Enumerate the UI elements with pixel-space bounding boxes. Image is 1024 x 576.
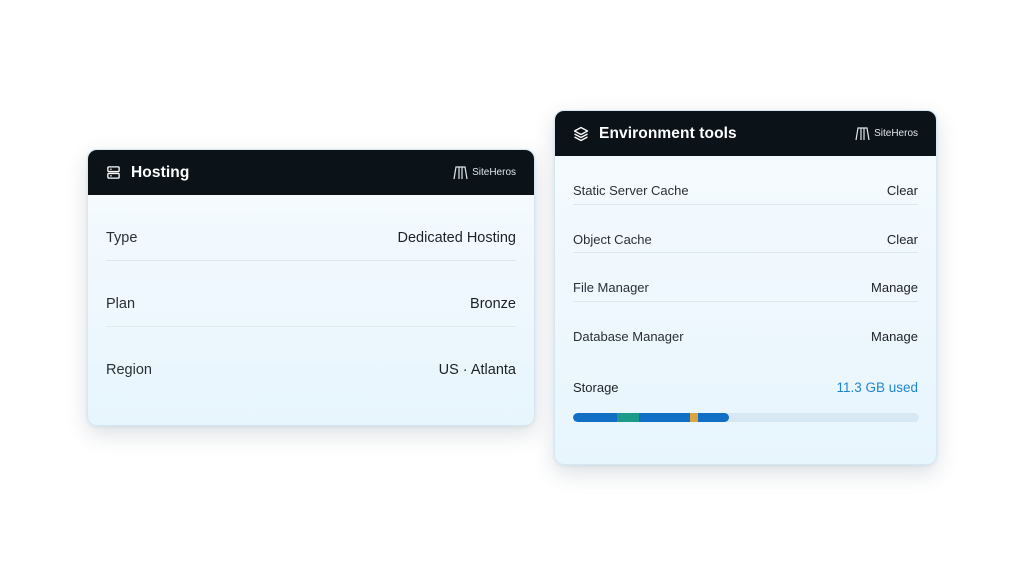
server-icon — [106, 165, 121, 180]
manage-files-button[interactable]: Manage — [871, 280, 918, 295]
tool-label: Object Cache — [573, 231, 652, 247]
tool-row-database-manager: Database Manager Manage — [573, 302, 918, 351]
brand-name: SiteHeros — [472, 167, 516, 178]
brand-logo: SiteHeros — [855, 126, 918, 141]
storage-label: Storage — [573, 380, 619, 395]
storage-progress-bar — [573, 413, 919, 422]
storage-section: Storage 11.3 GB used — [555, 380, 936, 422]
storage-segment — [689, 413, 698, 422]
row-label: Type — [106, 229, 138, 246]
tool-row-file-manager: File Manager Manage — [573, 253, 918, 302]
tool-row-object-cache: Object Cache Clear — [573, 205, 918, 253]
row-value: Dedicated Hosting — [397, 229, 517, 246]
storage-progress-fill — [573, 413, 729, 422]
row-value: Bronze — [470, 295, 516, 312]
hosting-row-plan: Plan Bronze — [106, 261, 516, 327]
row-value: US · Atlanta — [438, 362, 516, 378]
siteheros-logo-icon — [453, 165, 468, 179]
environment-tools-card: Environment tools SiteHeros Static Serve… — [554, 110, 937, 465]
storage-segment — [617, 413, 639, 422]
hosting-card-title: Hosting — [131, 163, 190, 181]
row-label: Region — [106, 362, 152, 378]
row-label: Plan — [106, 295, 136, 312]
hosting-details: Type Dedicated Hosting Plan Bronze Regio… — [88, 195, 534, 393]
hosting-card: Hosting SiteHeros Type Dedicated Hosting… — [87, 149, 535, 426]
siteheros-logo-icon — [855, 126, 870, 140]
brand-name: SiteHeros — [874, 128, 918, 139]
tool-label: File Manager — [573, 280, 649, 296]
clear-static-cache-button[interactable]: Clear — [887, 183, 918, 198]
hosting-row-region: Region US · Atlanta — [106, 327, 516, 393]
tool-label: Static Server Cache — [573, 183, 689, 199]
hosting-row-type: Type Dedicated Hosting — [106, 195, 516, 261]
tool-label: Database Manager — [573, 329, 684, 345]
tool-row-static-server-cache: Static Server Cache Clear — [573, 156, 918, 205]
manage-database-button[interactable]: Manage — [871, 329, 918, 344]
storage-summary: Storage 11.3 GB used — [573, 380, 918, 395]
hosting-card-header: Hosting SiteHeros — [88, 150, 534, 195]
brand-logo: SiteHeros — [453, 165, 516, 180]
env-card-title: Environment tools — [599, 124, 737, 142]
storage-used-value: 11.3 GB used — [836, 380, 918, 395]
env-tools-list: Static Server Cache Clear Object Cache C… — [555, 156, 936, 350]
env-card-header: Environment tools SiteHeros — [555, 111, 936, 156]
layers-icon — [573, 126, 589, 142]
clear-object-cache-button[interactable]: Clear — [887, 232, 918, 247]
